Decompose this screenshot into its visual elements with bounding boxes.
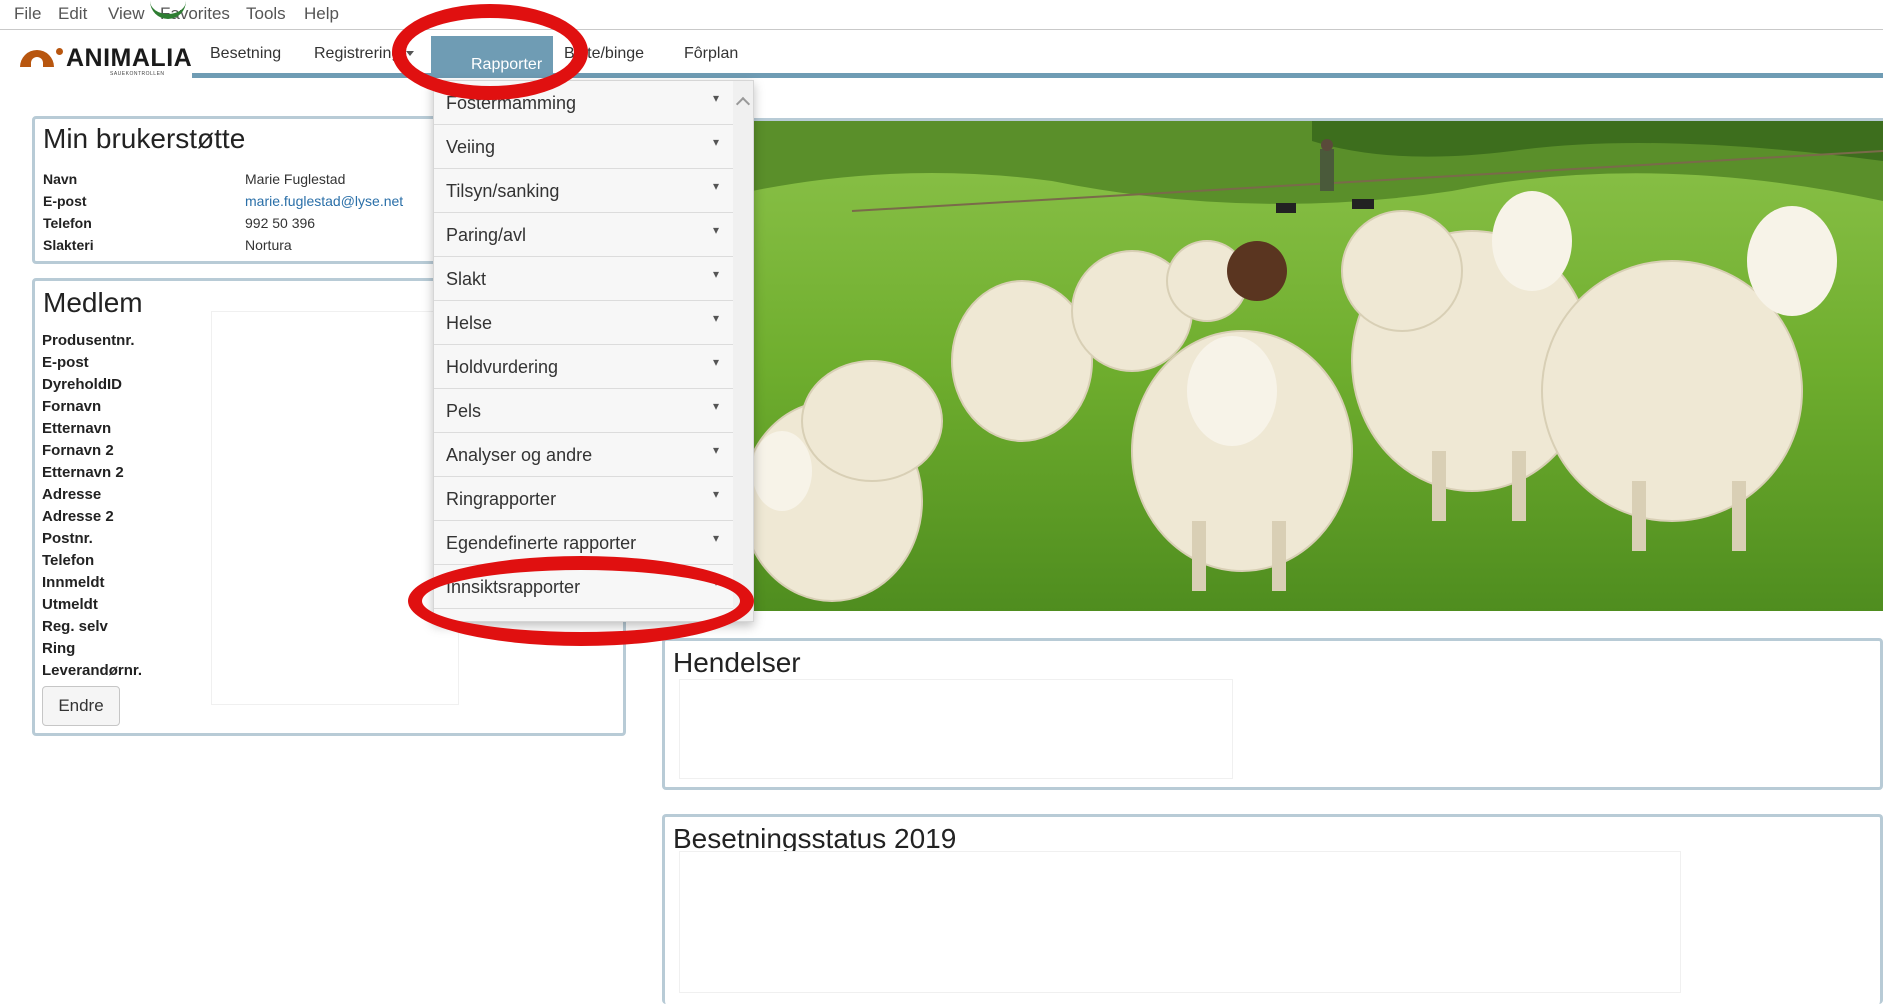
support-label: Slakteri [43, 237, 94, 253]
animalia-logo[interactable]: ANIMALIA SAUEKONTROLLEN [20, 44, 192, 80]
member-label: DyreholdID [42, 376, 123, 393]
browser-menu-bar: File Edit View Favorites Tools Help [0, 0, 1883, 28]
support-row-slaughterhouse: Slakteri [43, 237, 94, 253]
divider [0, 29, 1883, 30]
dropdown-item-label: Slakt [446, 269, 487, 289]
chevron-down-icon: ▾ [712, 311, 719, 325]
support-title: Min brukerstøtte [43, 123, 246, 154]
dropdown-item-holdvurdering[interactable]: Holdvurdering ▾ [434, 345, 753, 389]
member-label: Ring [42, 640, 76, 657]
dropdown-item-veiing[interactable]: Veiing ▾ [434, 125, 753, 169]
menu-file[interactable]: File [14, 4, 41, 24]
support-slaughterhouse-value: Nortura [245, 237, 292, 253]
member-label: Adresse [42, 486, 102, 503]
dropdown-item-label: Paring/avl [446, 225, 527, 245]
chevron-down-icon: ▾ [712, 531, 719, 545]
dropdown-scrollbar[interactable] [733, 81, 753, 621]
logo-text: ANIMALIA [66, 44, 193, 72]
member-label: Adresse 2 [42, 508, 114, 525]
dropdown-item-label: Pels [446, 401, 482, 421]
dropdown-item-label: Veiing [446, 137, 496, 157]
member-label: Etternavn [42, 420, 112, 437]
chevron-down-icon: ▾ [712, 355, 719, 369]
dropdown-item-label: Tilsyn/sanking [446, 181, 560, 201]
chevron-down-icon: ▾ [712, 267, 719, 281]
member-values-box [211, 311, 459, 705]
dropdown-item-tilsyn[interactable]: Tilsyn/sanking ▾ [434, 169, 753, 213]
member-label: Reg. selv [42, 618, 108, 635]
member-label: E-post [42, 354, 89, 371]
dropdown-item-ringrapporter[interactable]: Ringrapporter ▾ [434, 477, 753, 521]
chevron-down-icon: ▾ [712, 399, 719, 413]
support-label: E-post [43, 193, 87, 209]
chevron-down-icon: ▾ [712, 443, 719, 457]
logo-dot-icon [56, 48, 63, 55]
support-row-email: E-post [43, 193, 87, 209]
dropdown-item-paring[interactable]: Paring/avl ▾ [434, 213, 753, 257]
status-content [679, 851, 1681, 993]
dropdown-item-label: Holdvurdering [446, 357, 559, 377]
chevron-down-icon: ▾ [712, 487, 719, 501]
member-label: Postnr. [42, 530, 93, 547]
chevron-down-icon: ▾ [712, 223, 719, 237]
member-labels: Produsentnr. E-post DyreholdID Fornavn E… [42, 330, 142, 682]
hero-illustration [752, 121, 1883, 611]
dropdown-item-pels[interactable]: Pels ▾ [434, 389, 753, 433]
sheep-pasture-image [752, 118, 1883, 611]
events-title: Hendelser [673, 647, 801, 678]
menu-help[interactable]: Help [304, 4, 339, 24]
support-phone-value: 992 50 396 [245, 215, 316, 231]
nav-besetning-label: Besetning [210, 45, 282, 62]
highlight-ellipse-rapporter [392, 4, 588, 100]
dropdown-item-label: Helse [446, 313, 493, 333]
support-label: Telefon [43, 215, 92, 231]
support-row-name: Navn [43, 171, 77, 187]
highlight-ellipse-innsiktsrapporter [408, 556, 754, 646]
support-name-value: Marie Fuglestad [245, 171, 346, 187]
events-content [679, 679, 1233, 779]
logo-mark-icon [20, 50, 54, 67]
menu-edit[interactable]: Edit [58, 4, 87, 24]
support-label: Navn [43, 171, 78, 187]
member-label: Innmeldt [42, 574, 105, 591]
member-label: Leverandørnr. [42, 662, 143, 679]
support-row-phone: Telefon [43, 215, 92, 231]
dropdown-item-label: Analyser og andre [446, 445, 593, 465]
events-panel: Hendelser [662, 638, 1883, 790]
member-label: Fornavn [42, 398, 102, 415]
status-panel: Besetningsstatus 2019 [662, 814, 1883, 1004]
dropdown-item-label: Ringrapporter [446, 489, 557, 509]
menu-view[interactable]: View [108, 4, 145, 24]
nav-forplan[interactable]: Fôrplan [684, 45, 738, 67]
logo-subtext: SAUEKONTROLLEN [110, 71, 165, 77]
chevron-down-icon: ▾ [712, 179, 719, 193]
chevron-down-icon: ▾ [712, 91, 719, 105]
menu-tools[interactable]: Tools [246, 4, 286, 24]
member-title: Medlem [43, 287, 143, 318]
support-email-link[interactable]: marie.fuglestad@lyse.net [245, 193, 403, 209]
dropdown-item-analyser[interactable]: Analyser og andre ▾ [434, 433, 753, 477]
dropdown-item-label: Egendefinerte rapporter [446, 533, 637, 553]
chevron-down-icon: ▾ [712, 135, 719, 149]
nav-forplan-label: Fôrplan [684, 45, 739, 62]
member-label: Telefon [42, 552, 95, 569]
member-label: Fornavn 2 [42, 442, 114, 459]
dropdown-item-helse[interactable]: Helse ▾ [434, 301, 753, 345]
rapporter-dropdown-menu: Fostermamming ▾ Veiing ▾ Tilsyn/sanking ▾ P… [433, 80, 754, 622]
dropdown-item-slakt[interactable]: Slakt ▾ [434, 257, 753, 301]
member-label: Utmeldt [42, 596, 98, 613]
nav-besetning[interactable]: Besetning [210, 45, 281, 67]
member-label: Produsentnr. [42, 332, 135, 349]
edit-button[interactable]: Endre [42, 686, 120, 726]
nav-registrering-label: Registrering [314, 45, 401, 62]
member-label: Etternavn 2 [42, 464, 124, 481]
